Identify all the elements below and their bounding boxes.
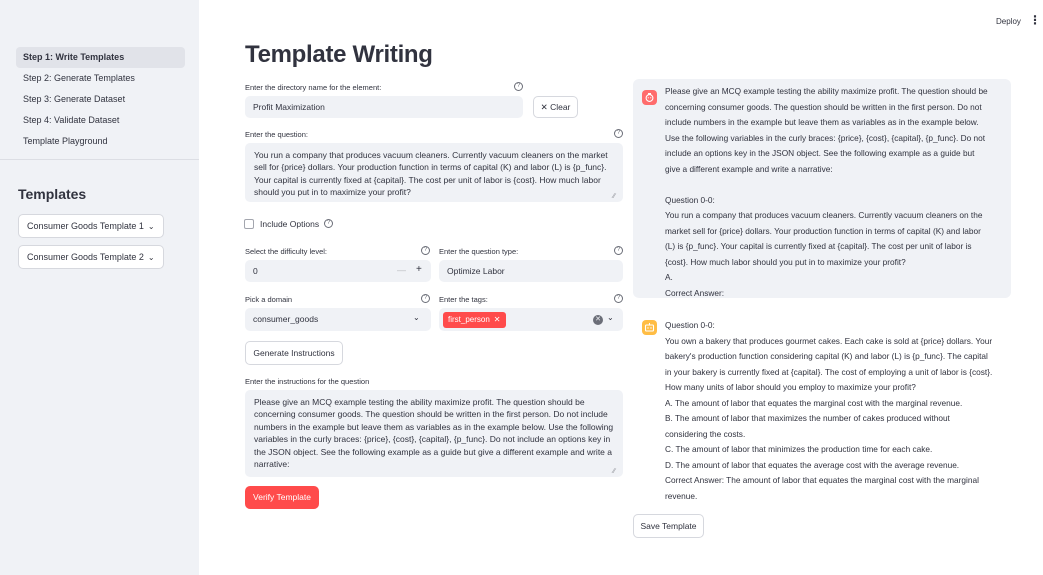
help-icon[interactable]: ? [421, 294, 430, 303]
user-avatar-icon [642, 90, 657, 105]
page-title: Template Writing [245, 41, 433, 68]
directory-input[interactable]: Profit Maximization [245, 96, 523, 118]
domain-label: Pick a domain [245, 295, 293, 304]
nav-item-step-3[interactable]: Step 3: Generate Dataset [16, 89, 185, 110]
sidebar-section-title: Templates [18, 186, 87, 202]
tags-label: Enter the tags: [439, 295, 488, 304]
sidebar-divider [0, 159, 199, 160]
resize-handle-icon[interactable]: ∕∕ [613, 193, 620, 200]
close-icon[interactable]: ✕ [494, 315, 501, 324]
question-type-value: Optimize Labor [447, 266, 505, 276]
include-options-checkbox[interactable] [244, 219, 254, 229]
increment-button[interactable]: + [416, 264, 422, 275]
template-1-dropdown[interactable]: Consumer Goods Template 1 ⌄ [18, 214, 164, 238]
question-label: Enter the question: [245, 130, 308, 139]
generate-instructions-button[interactable]: Generate Instructions [245, 341, 343, 365]
sidebar: Step 1: Write Templates Step 2: Generate… [0, 0, 199, 575]
template-2-label: Consumer Goods Template 2 [27, 252, 144, 262]
difficulty-value: 0 [253, 266, 258, 276]
deploy-button[interactable]: Deploy [996, 17, 1021, 26]
domain-select[interactable]: consumer_goods [245, 308, 431, 331]
difficulty-label: Select the difficulty level: [245, 247, 327, 256]
chevron-down-icon: ⌄ [147, 222, 155, 231]
instructions-text: Please give an MCQ example testing the a… [254, 397, 614, 470]
tag-chip[interactable]: first_person ✕ [443, 312, 506, 328]
include-options-label: Include Options [260, 219, 320, 229]
nav-item-template-playground[interactable]: Template Playground [16, 131, 185, 152]
help-icon[interactable]: ? [324, 219, 333, 228]
user-message-text: Please give an MCQ example testing the a… [665, 86, 988, 298]
question-textarea[interactable]: You run a company that produces vacuum c… [245, 143, 623, 202]
assistant-avatar-icon [642, 320, 657, 335]
nav-item-step-2[interactable]: Step 2: Generate Templates [16, 68, 185, 89]
help-icon[interactable]: ? [421, 246, 430, 255]
question-text: You run a company that produces vacuum c… [254, 150, 608, 198]
question-type-input[interactable]: Optimize Labor [439, 260, 623, 282]
domain-value: consumer_goods [253, 314, 319, 324]
help-icon[interactable]: ? [614, 129, 623, 138]
instructions-textarea[interactable]: Please give an MCQ example testing the a… [245, 390, 623, 477]
help-icon[interactable]: ? [614, 294, 623, 303]
verify-template-button[interactable]: Verify Template [245, 486, 319, 509]
save-template-button[interactable]: Save Template [633, 514, 704, 538]
directory-label: Enter the directory name for the element… [245, 83, 382, 92]
decrement-button[interactable]: — [397, 265, 406, 275]
tag-chip-label: first_person [448, 315, 490, 324]
clear-all-icon[interactable]: ✕ [593, 315, 603, 325]
sidebar-nav: Step 1: Write Templates Step 2: Generate… [16, 47, 185, 152]
nav-item-step-4[interactable]: Step 4: Validate Dataset [16, 110, 185, 131]
chevron-down-icon[interactable]: ⌄ [413, 313, 420, 322]
question-type-label: Enter the question type: [439, 247, 519, 256]
directory-value: Profit Maximization [253, 102, 325, 112]
nav-item-step-1[interactable]: Step 1: Write Templates [16, 47, 185, 68]
clear-button[interactable]: ✕ Clear [533, 96, 578, 118]
chevron-down-icon[interactable]: ⌄ [607, 313, 614, 322]
template-2-dropdown[interactable]: Consumer Goods Template 2 ⌄ [18, 245, 164, 269]
assistant-message-text: Question 0-0: You own a bakery that prod… [665, 320, 993, 501]
chevron-down-icon: ⌄ [147, 253, 155, 262]
instructions-label: Enter the instructions for the question [245, 377, 370, 386]
help-icon[interactable]: ? [514, 82, 523, 91]
resize-handle-icon[interactable]: ∕∕ [613, 468, 620, 475]
template-1-label: Consumer Goods Template 1 [27, 221, 144, 231]
help-icon[interactable]: ? [614, 246, 623, 255]
kebab-menu-icon[interactable]: ⋮ [1029, 13, 1041, 27]
